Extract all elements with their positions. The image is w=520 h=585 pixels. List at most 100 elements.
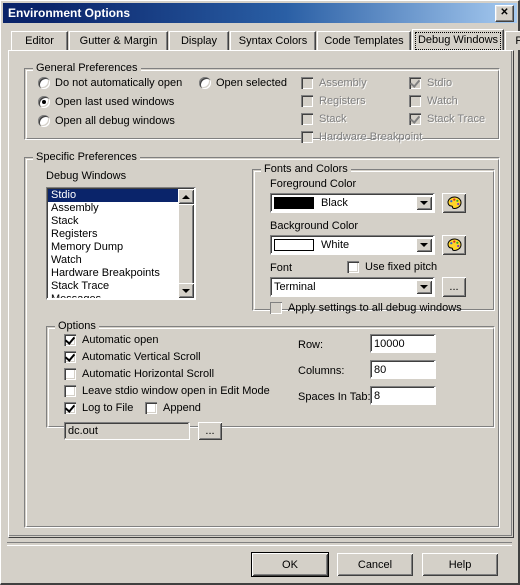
list-item[interactable]: Stack Trace (48, 280, 178, 293)
checkbox-automatic-vertical-scroll[interactable]: Automatic Vertical Scroll (64, 351, 201, 363)
background-combo-button[interactable] (416, 238, 432, 252)
tab-panel-debug-windows: General Preferences Do not automatically… (8, 50, 514, 538)
background-palette-button[interactable] (442, 235, 466, 255)
cancel-label: Cancel (357, 558, 393, 571)
checkbox-indicator (409, 77, 421, 89)
debug-windows-list-label: Debug Windows (46, 170, 127, 182)
list-item[interactable]: Hardware Breakpoints (48, 267, 178, 280)
checkbox-label: Stack (319, 113, 347, 125)
tab-code-templates[interactable]: Code Templates (317, 31, 411, 50)
checkbox-label: Apply settings to all debug windows (288, 302, 462, 314)
debug-windows-listbox[interactable]: Stdio Assembly Stack Registers Memory Du… (46, 187, 196, 300)
chevron-down-icon (420, 201, 428, 205)
palette-icon (446, 196, 462, 210)
help-button[interactable]: Help (422, 553, 498, 576)
scroll-down-button[interactable] (178, 283, 194, 298)
list-item[interactable]: Messages (48, 293, 178, 298)
font-combo[interactable]: Terminal (270, 277, 435, 297)
columns-input[interactable]: 80 (370, 360, 436, 379)
scroll-up-button[interactable] (178, 189, 194, 204)
options-group: Options Automatic open Automatic Vertica… (46, 320, 495, 440)
log-file-input[interactable]: dc.out (64, 422, 190, 440)
checkbox-apply-all-debug-windows[interactable]: Apply settings to all debug windows (270, 302, 462, 314)
checkbox-label: Automatic open (82, 334, 159, 346)
checkbox-log-to-file[interactable]: Log to File (64, 402, 133, 414)
checkbox-indicator (301, 95, 313, 107)
row-label: Row: (298, 339, 324, 351)
checkbox-stack-trace[interactable]: Stack Trace (409, 113, 485, 125)
checkbox-indicator (64, 368, 76, 380)
foreground-color-combo[interactable]: Black (270, 193, 435, 213)
background-color-label: Background Color (270, 220, 359, 232)
font-browse-label: ... (449, 281, 459, 293)
checkbox-indicator (409, 113, 421, 125)
ok-button[interactable]: OK (252, 553, 328, 576)
chevron-down-icon (420, 243, 428, 247)
row-input[interactable]: 10000 (370, 334, 436, 353)
font-value-wrap: Terminal (274, 278, 316, 296)
list-item[interactable]: Stack (48, 215, 178, 228)
list-item[interactable]: Watch (48, 254, 178, 267)
general-preferences-content: Do not automatically open Open last used… (24, 68, 500, 143)
font-combo-button[interactable] (416, 280, 432, 294)
tab-debug-windows[interactable]: Debug Windows (412, 29, 504, 50)
cancel-button[interactable]: Cancel (337, 553, 413, 576)
checkbox-stack[interactable]: Stack (301, 113, 347, 125)
checkbox-indicator (301, 131, 313, 143)
help-label: Help (448, 558, 472, 571)
list-item[interactable]: Memory Dump (48, 241, 178, 254)
list-item[interactable]: Registers (48, 228, 178, 241)
foreground-combo-button[interactable] (416, 196, 432, 210)
radio-indicator (38, 115, 50, 127)
radio-open-all-debug[interactable]: Open all debug windows (38, 115, 175, 127)
checkbox-registers[interactable]: Registers (301, 95, 365, 107)
scrollbar-track[interactable] (178, 204, 194, 286)
close-button[interactable]: ✕ (495, 4, 514, 22)
radio-open-selected[interactable]: Open selected (199, 77, 287, 89)
foreground-color-value-wrap: Black (274, 194, 348, 212)
chevron-down-icon (420, 285, 428, 289)
tab-editor[interactable]: Editor (11, 31, 68, 50)
list-item[interactable]: Assembly (48, 202, 178, 215)
checkbox-assembly[interactable]: Assembly (301, 77, 367, 89)
checkbox-append[interactable]: Append (145, 402, 201, 414)
tab-syntax-colors[interactable]: Syntax Colors (230, 31, 316, 50)
checkbox-indicator (64, 334, 76, 346)
checkbox-watch[interactable]: Watch (409, 95, 458, 107)
checkbox-label: Stdio (427, 77, 453, 89)
radio-do-not-auto-open[interactable]: Do not automatically open (38, 77, 182, 89)
options-content: Automatic open Automatic Vertical Scroll… (46, 326, 495, 440)
checkbox-automatic-horizontal-scroll[interactable]: Automatic Horizontal Scroll (64, 368, 214, 380)
radio-indicator (38, 96, 50, 108)
background-color-combo[interactable]: White (270, 235, 435, 255)
general-preferences-group: General Preferences Do not automatically… (24, 62, 500, 143)
chevron-down-icon (182, 288, 190, 293)
checkbox-indicator (409, 95, 421, 107)
tab-print-alerts[interactable]: Print / Alerts (505, 31, 520, 50)
checkbox-label: Automatic Horizontal Scroll (82, 368, 215, 380)
checkbox-indicator (145, 402, 157, 414)
checkbox-label: Automatic Vertical Scroll (82, 351, 201, 363)
log-file-value: dc.out (68, 425, 98, 437)
foreground-palette-button[interactable] (442, 193, 466, 213)
checkbox-stdio[interactable]: Stdio (409, 77, 452, 89)
checkbox-leave-stdio-open[interactable]: Leave stdio window open in Edit Mode (64, 385, 270, 397)
spaces-in-tab-input[interactable]: 8 (370, 386, 436, 405)
checkbox-use-fixed-pitch[interactable]: Use fixed pitch (347, 261, 437, 273)
checkbox-indicator (270, 302, 282, 314)
scrollbar-thumb[interactable] (178, 204, 194, 286)
radio-open-last-used[interactable]: Open last used windows (38, 96, 174, 108)
title-bar-buttons: ✕ (495, 4, 514, 22)
list-item[interactable]: Stdio (48, 189, 178, 202)
font-browse-button[interactable]: ... (442, 277, 466, 297)
checkbox-automatic-open[interactable]: Automatic open (64, 334, 158, 346)
tab-label: Syntax Colors (238, 35, 308, 47)
log-file-browse-button[interactable]: ... (198, 422, 222, 440)
checkbox-indicator (347, 261, 359, 273)
checkbox-hardware-breakpoint[interactable]: Hardware Breakpoint (301, 131, 422, 143)
foreground-color-swatch (274, 197, 314, 209)
radio-indicator (38, 77, 50, 89)
tab-display[interactable]: Display (169, 31, 229, 50)
listbox-scrollbar[interactable] (178, 189, 194, 298)
tab-gutter-margin[interactable]: Gutter & Margin (69, 31, 168, 50)
